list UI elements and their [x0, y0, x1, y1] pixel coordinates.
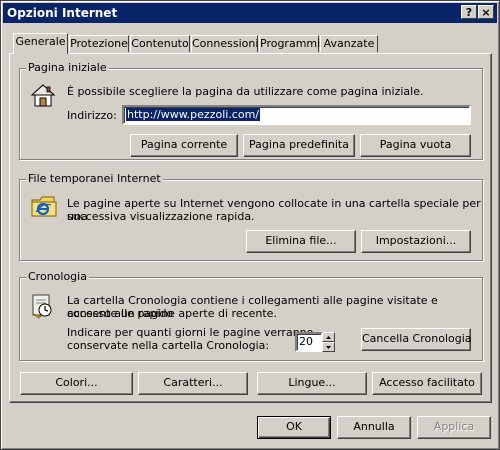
tab-programmi[interactable]: Programmi [259, 35, 320, 52]
home-page-group: Pagina iniziale È possibile scegliere la… [19, 61, 483, 160]
fonts-button[interactable]: Caratteri... [138, 372, 248, 395]
close-button[interactable]: × [478, 5, 494, 19]
title-bar[interactable]: Opzioni Internet ? × [3, 3, 497, 23]
history-icon [32, 294, 52, 319]
home-page-group-title: Pagina iniziale [26, 61, 109, 75]
default-page-button[interactable]: Pagina predefinita [243, 134, 355, 157]
ok-button[interactable]: OK [257, 416, 331, 439]
days-spinner [322, 332, 335, 352]
tab-avanzate[interactable]: Avanzate [320, 35, 378, 52]
ie-folder-icon [31, 196, 57, 217]
tab-protezione[interactable]: Protezione [69, 35, 129, 52]
settings-button[interactable]: Impostazioni... [361, 230, 471, 253]
history-description-line2: accesso alle pagine aperte di recente. [67, 307, 277, 320]
days-up-arrow-icon[interactable] [322, 332, 335, 342]
accessibility-button[interactable]: Accesso facilitato [372, 372, 482, 395]
days-label-line1: Indicare per quanti giorni le pagine ver… [67, 326, 314, 339]
clear-history-button[interactable]: Cancella Cronologia [361, 328, 472, 351]
colors-button[interactable]: Colori... [20, 372, 133, 395]
tab-panel-generale: Pagina iniziale È possibile scegliere la… [9, 53, 492, 403]
tab-generale[interactable]: Generale [13, 33, 68, 54]
address-input[interactable]: http://www.pezzoli.com/ [122, 105, 471, 125]
temp-files-group-title: File temporanei Internet [26, 172, 163, 186]
languages-button[interactable]: Lingue... [257, 372, 367, 395]
temp-description-line2: successiva visualizzazione rapida. [67, 210, 255, 223]
tab-contenuto[interactable]: Contenuto [130, 35, 190, 52]
address-label: Indirizzo: [67, 109, 117, 122]
address-value: http://www.pezzoli.com/ [126, 108, 261, 121]
help-button[interactable]: ? [461, 5, 477, 19]
days-down-arrow-icon[interactable] [322, 342, 335, 352]
home-description: È possibile scegliere la pagina da utili… [67, 85, 424, 98]
days-label-line2: conservate nella cartella Cronologia: [67, 339, 270, 352]
apply-button[interactable]: Applica [417, 416, 491, 439]
tab-connessioni[interactable]: Connessioni [191, 35, 258, 52]
temp-files-group: File temporanei Internet Le pagine apert… [19, 172, 483, 261]
cancel-button[interactable]: Annulla [337, 416, 411, 439]
home-icon [30, 84, 56, 107]
history-group: Cronologia La cartella Cronologia contie… [19, 270, 483, 361]
delete-files-button[interactable]: Elimina file... [246, 230, 356, 253]
history-group-title: Cronologia [26, 270, 89, 284]
days-input[interactable]: 20 [295, 332, 323, 352]
current-page-button[interactable]: Pagina corrente [130, 134, 238, 157]
internet-options-dialog: Opzioni Internet ? × Generale Protezione… [0, 0, 500, 450]
window-title: Opzioni Internet [7, 6, 118, 20]
blank-page-button[interactable]: Pagina vuota [360, 134, 471, 157]
